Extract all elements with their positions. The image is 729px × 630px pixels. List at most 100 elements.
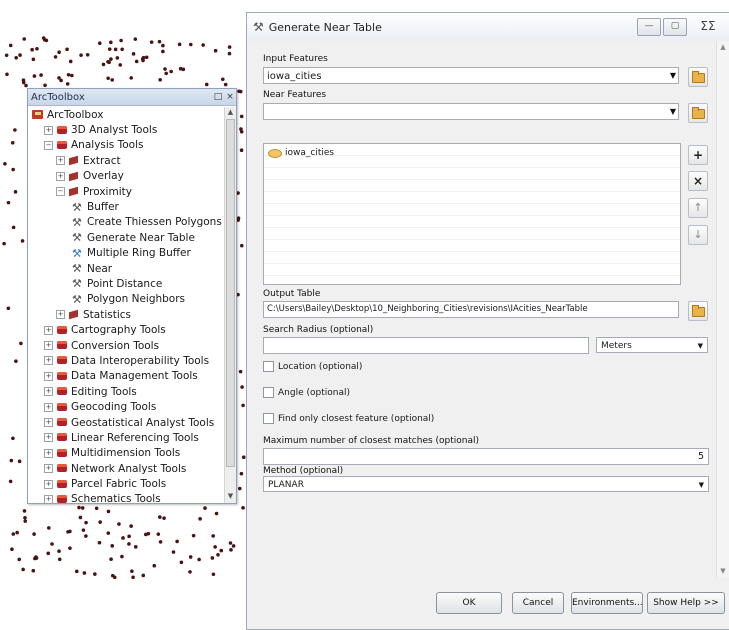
arctoolbox-titlebar[interactable]: ArcToolbox □ × (28, 89, 236, 106)
tree-item[interactable]: + Editing Tools (28, 384, 224, 399)
tree-item[interactable]: ⚒ Near (28, 261, 224, 276)
tree-item[interactable]: ⚒ Polygon Neighbors (28, 292, 224, 307)
output-table-label: Output Table (263, 289, 321, 299)
tree-item[interactable]: + Data Interoperability Tools (28, 353, 224, 368)
location-checkbox[interactable]: Location (optional) (263, 361, 362, 372)
expand-icon[interactable]: + (44, 371, 53, 381)
expand-icon[interactable]: + (44, 448, 53, 458)
expand-icon[interactable]: + (44, 418, 53, 427)
tree-item[interactable]: + Network Analyst Tools (28, 461, 224, 476)
tree-item[interactable]: + Multidimension Tools (28, 446, 224, 461)
scroll-up-icon[interactable]: ▲ (717, 43, 729, 51)
tree-item[interactable]: − Analysis Tools (28, 138, 224, 153)
tree-item[interactable]: + Statistics (28, 307, 224, 322)
map-point (78, 515, 83, 520)
tree-item[interactable]: + Linear Referencing Tools (28, 430, 224, 445)
near-features-list[interactable]: iowa_cities (263, 143, 681, 285)
expand-icon[interactable]: + (44, 433, 53, 443)
tree-item[interactable]: ⚒ Multiple Ring Buffer (28, 246, 224, 261)
tree-item[interactable]: +3D Analyst Tools (28, 122, 224, 137)
input-features-field[interactable]: iowa_cities (263, 67, 679, 84)
dialog-titlebar[interactable]: ⚒ Generate Near Table — ▢ ΣΣ (247, 13, 729, 41)
tree-item[interactable]: ⚒ Buffer (28, 199, 224, 214)
radius-unit-select[interactable]: Meters ▼ (596, 337, 708, 353)
expand-icon[interactable]: + (56, 310, 65, 320)
expand-icon[interactable]: + (44, 464, 53, 474)
ok-button[interactable]: OK (436, 592, 502, 614)
scroll-down-icon[interactable]: ▼ (225, 492, 236, 502)
tree-item-label: Schematics Tools (71, 493, 161, 503)
close-button[interactable]: ΣΣ (689, 19, 727, 35)
tree-item[interactable]: ArcToolbox (28, 107, 224, 122)
expand-icon[interactable]: + (44, 356, 53, 366)
tree-item[interactable]: + Data Management Tools (28, 369, 224, 384)
list-item[interactable]: iowa_cities (268, 148, 334, 158)
expand-icon[interactable]: + (44, 125, 53, 135)
expand-icon[interactable]: + (56, 171, 65, 181)
map-point (197, 557, 201, 562)
search-radius-input[interactable] (263, 337, 589, 354)
scroll-up-icon[interactable]: ▲ (225, 108, 236, 118)
map-point (8, 479, 13, 484)
remove-button[interactable]: × (688, 171, 708, 191)
output-table-field[interactable]: C:\Users\Bailey\Desktop\10_Neighboring_C… (263, 301, 679, 318)
map-point (18, 53, 22, 57)
scroll-thumb[interactable] (226, 119, 235, 467)
float-icon[interactable]: □ (212, 92, 224, 102)
add-button[interactable]: + (688, 145, 708, 165)
toolbox-scrollbar[interactable]: ▲ ▼ (224, 107, 236, 503)
restore-button[interactable]: ▢ (663, 18, 687, 36)
tree-item[interactable]: + Overlay (28, 169, 224, 184)
expand-icon[interactable]: + (44, 387, 53, 397)
cancel-button[interactable]: Cancel (512, 592, 564, 614)
tree-item-label: Conversion Tools (71, 339, 160, 352)
close-icon[interactable]: × (224, 92, 236, 102)
expand-icon[interactable]: + (44, 402, 53, 412)
input-browse-button[interactable] (688, 67, 708, 87)
tree-item-label: Near (87, 262, 113, 275)
max-matches-input[interactable]: 5 (263, 448, 709, 465)
tree-item[interactable]: + Conversion Tools (28, 338, 224, 353)
expand-icon[interactable]: + (44, 479, 53, 489)
minimize-button[interactable]: — (637, 18, 661, 36)
collapse-icon[interactable]: − (44, 140, 53, 150)
tree-item[interactable]: + Extract (28, 153, 224, 168)
show-help-button[interactable]: Show Help >> (647, 592, 725, 614)
scroll-down-icon[interactable]: ▼ (717, 567, 729, 575)
output-browse-button[interactable] (688, 301, 708, 321)
tree-item[interactable]: ⚒ Create Thiessen Polygons (28, 215, 224, 230)
tree-item[interactable]: − Proximity (28, 184, 224, 199)
map-point (213, 545, 217, 549)
toolbox-tree[interactable]: ArcToolbox +3D Analyst Tools − Analysis Too… (28, 107, 224, 503)
tree-item[interactable]: ⚒ Point Distance (28, 276, 224, 291)
method-select[interactable]: PLANAR ▼ (263, 476, 709, 492)
dialog-scrollbar[interactable]: ▲ ▼ (716, 41, 729, 577)
tree-item[interactable]: + Cartography Tools (28, 322, 224, 337)
input-dropdown-icon[interactable]: ▼ (668, 69, 678, 82)
near-features-field[interactable] (263, 103, 679, 120)
tree-item[interactable]: + Geocoding Tools (28, 399, 224, 414)
tree-item[interactable]: + Parcel Fabric Tools (28, 476, 224, 491)
closest-checkbox[interactable]: Find only closest feature (optional) (263, 413, 434, 424)
map-point (109, 40, 113, 45)
expand-icon[interactable]: + (44, 341, 53, 351)
map-point (11, 532, 16, 536)
tree-item[interactable]: + Schematics Tools (28, 492, 224, 503)
angle-checkbox[interactable]: Angle (optional) (263, 387, 350, 398)
expand-icon[interactable]: + (44, 325, 53, 335)
tree-item-label: Geostatistical Analyst Tools (71, 416, 215, 429)
map-point (17, 557, 22, 562)
tree-item[interactable]: ⚒ Generate Near Table (28, 230, 224, 245)
expand-icon[interactable]: + (56, 156, 65, 166)
near-dropdown-icon[interactable]: ▼ (668, 105, 678, 118)
move-down-button[interactable]: ↓ (688, 225, 708, 245)
move-up-button[interactable]: ↑ (688, 198, 708, 218)
map-point (219, 548, 224, 553)
expand-icon[interactable]: + (44, 494, 53, 503)
toolbox-icon (56, 355, 68, 366)
near-browse-button[interactable] (688, 103, 708, 123)
environments-button[interactable]: Environments... (571, 592, 643, 614)
tree-item[interactable]: + Geostatistical Analyst Tools (28, 415, 224, 430)
collapse-icon[interactable]: − (56, 187, 65, 197)
map-point (46, 551, 51, 556)
